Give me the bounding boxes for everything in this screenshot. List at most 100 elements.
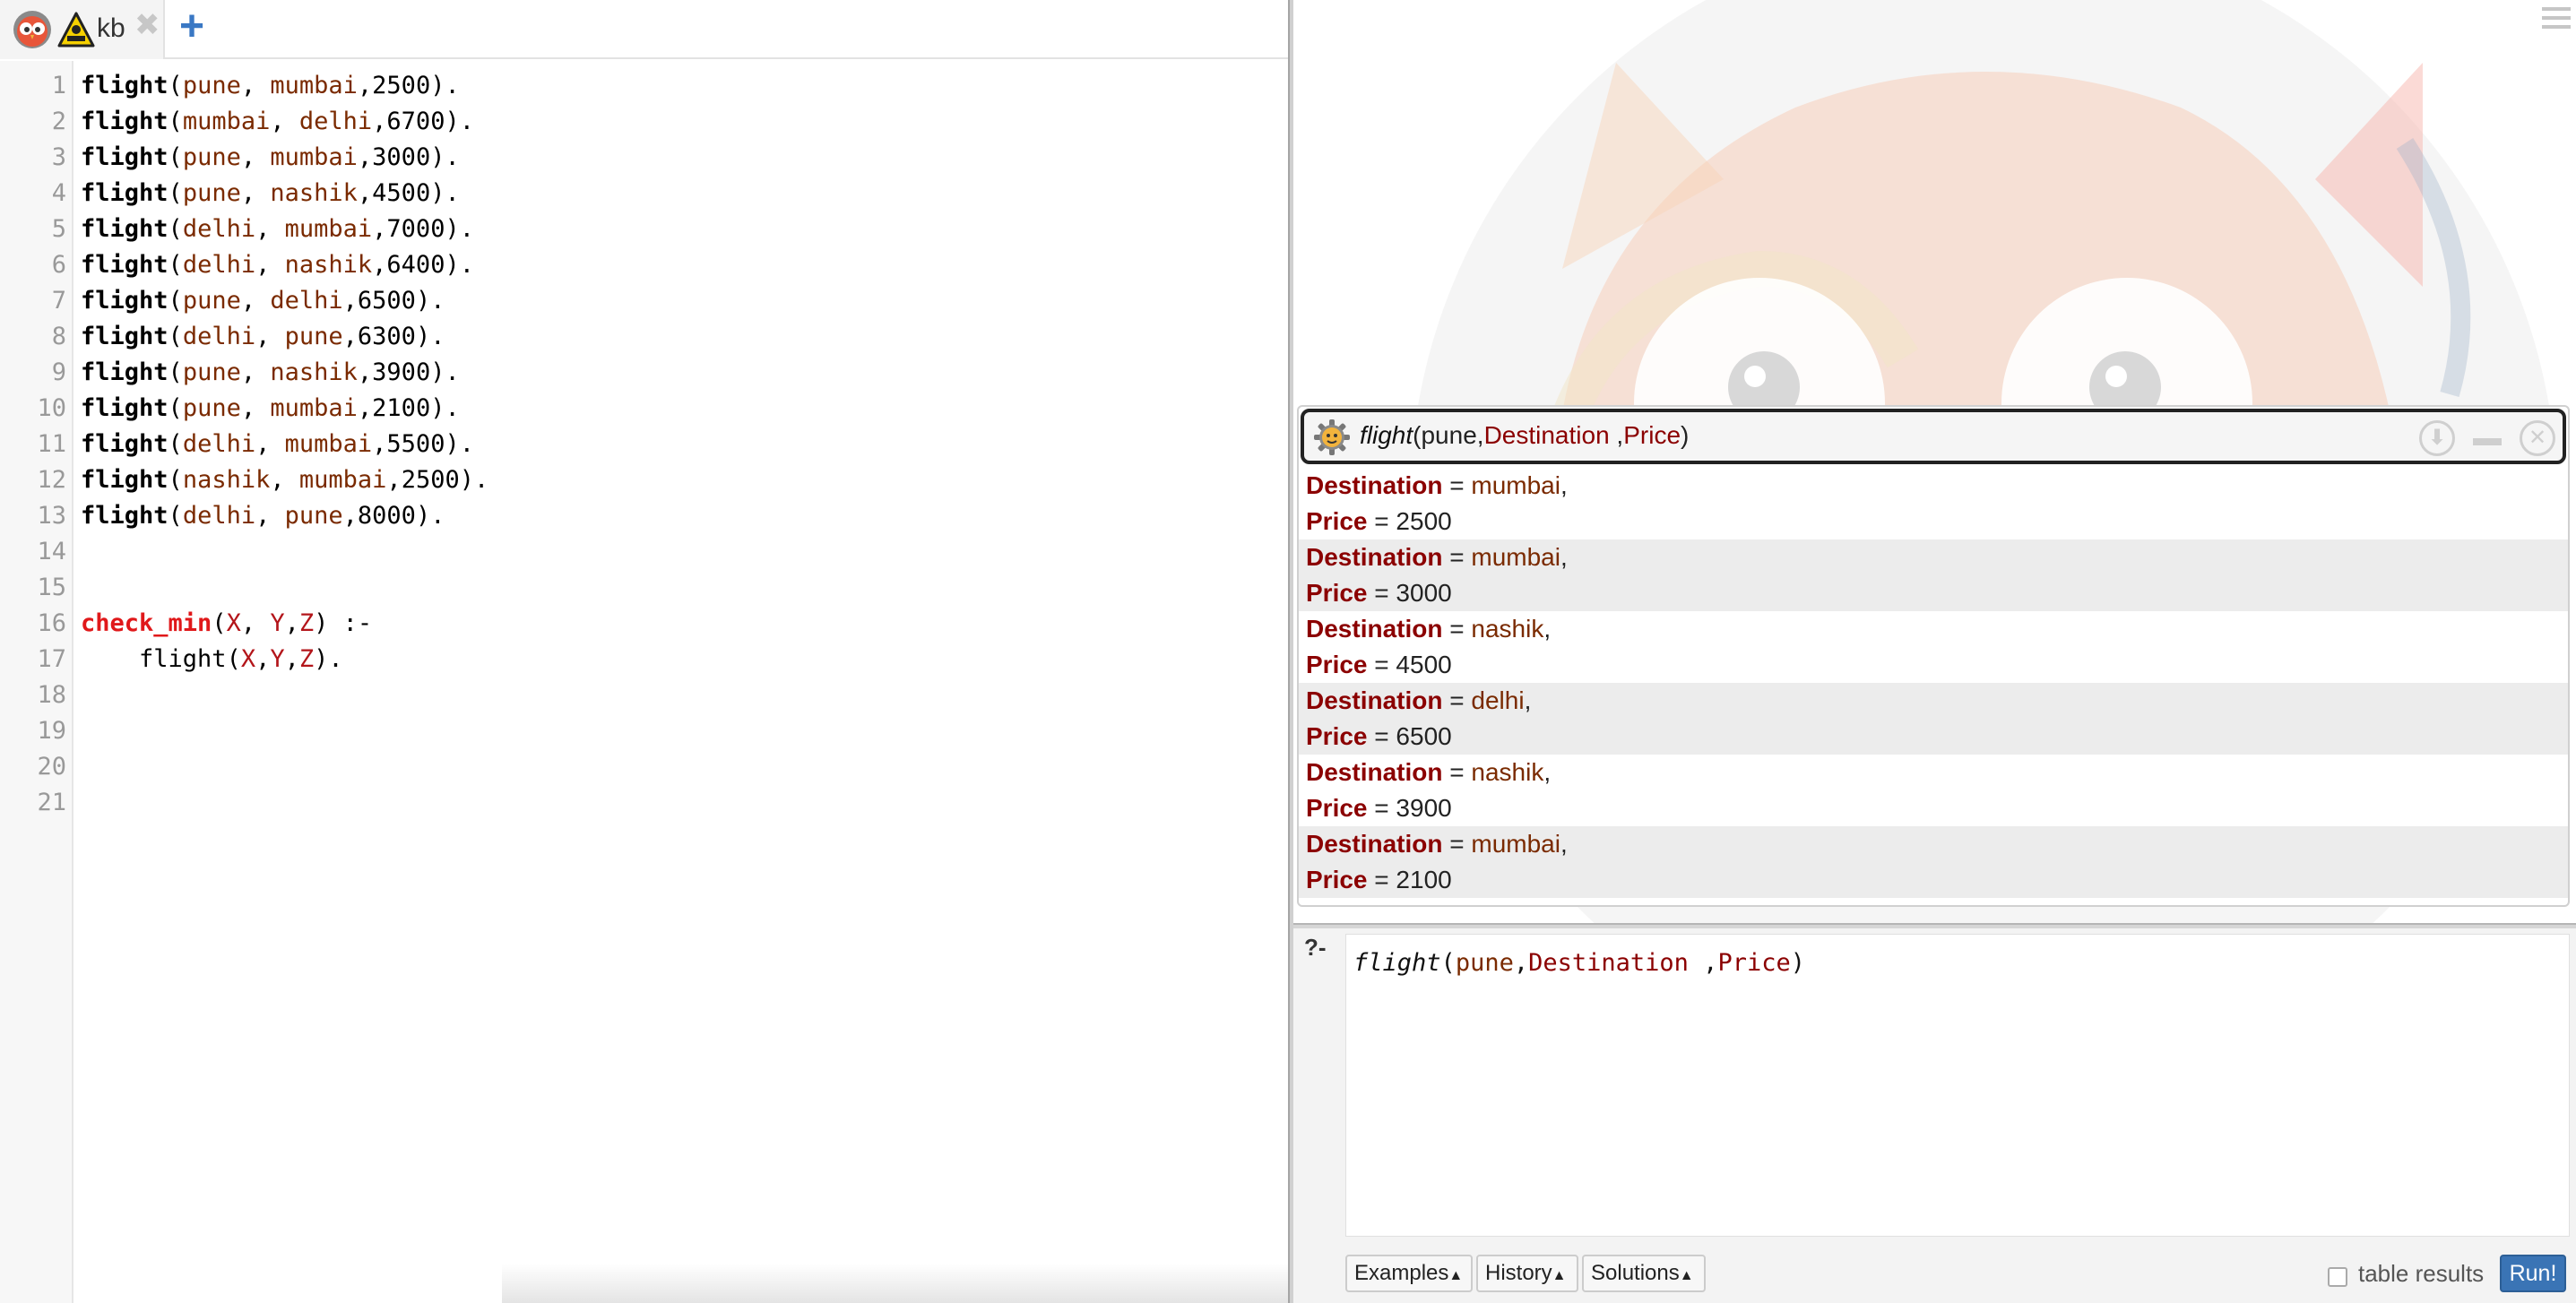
tab-label: kb bbox=[97, 13, 125, 43]
answer-line-destination: Destination = nashik, bbox=[1306, 758, 1552, 786]
answer-line-price: Price = 4500 bbox=[1306, 651, 1452, 678]
close-icon[interactable]: ✖ bbox=[134, 10, 160, 40]
rule-var: X bbox=[240, 645, 256, 673]
answer-destination-value: nashik bbox=[1471, 615, 1544, 643]
table-results-checkbox[interactable] bbox=[2328, 1267, 2347, 1287]
query-button-bar: Examples▲ History▲ Solutions▲ table resu… bbox=[1345, 1255, 2570, 1294]
minimize-icon[interactable] bbox=[2469, 420, 2505, 456]
code-line: flight(delhi, pune,8000). bbox=[81, 502, 445, 530]
answer-list: Destination = mumbai, Price = 2500 Destina… bbox=[1299, 468, 2568, 898]
code-line-rule-body: flight(X,Y,Z). bbox=[139, 645, 343, 673]
fact-predicate: flight bbox=[81, 358, 169, 386]
code-line: flight(mumbai, delhi,6700). bbox=[81, 108, 474, 135]
fact-arg-to: nashik bbox=[284, 251, 373, 279]
code-line: flight(pune, delhi,6500). bbox=[81, 287, 445, 315]
query-var-price: Price bbox=[1717, 949, 1791, 977]
answer-runner: flight(pune,Destination ,Price) ⬇ ✕ Dest… bbox=[1297, 405, 2570, 907]
answer-item: Destination = mumbai, Price = 2100 bbox=[1299, 826, 2568, 898]
answer-line-destination: Destination = mumbai, bbox=[1306, 830, 1568, 858]
answer-destination-value: mumbai bbox=[1471, 543, 1560, 571]
code-line: flight(delhi, mumbai,5500). bbox=[81, 430, 474, 458]
answer-destination-value: nashik bbox=[1471, 758, 1544, 786]
code-editor[interactable]: 1 2 3 4 5 6 7 8 9 10 11 12 13 14 15 16 17 18 19 20 21 flight… bbox=[0, 61, 1288, 1303]
line-number: 8 bbox=[51, 323, 66, 350]
caret-up-icon: ▲ bbox=[1448, 1268, 1464, 1283]
runner-controls: ⬇ ✕ bbox=[2419, 420, 2555, 456]
header-var-price: Price bbox=[1623, 421, 1681, 449]
line-number: 9 bbox=[51, 358, 66, 386]
line-number: 15 bbox=[37, 574, 66, 601]
var-name-destination: Destination bbox=[1306, 830, 1443, 858]
fact-price: 2100 bbox=[372, 394, 431, 422]
answer-item: Destination = nashik, Price = 3900 bbox=[1299, 755, 2568, 826]
code-line: flight(pune, mumbai,2500). bbox=[81, 72, 460, 99]
answer-line-price: Price = 2500 bbox=[1306, 507, 1452, 535]
history-button[interactable]: History▲ bbox=[1476, 1255, 1578, 1292]
fact-arg-from: delhi bbox=[182, 323, 256, 350]
line-number: 5 bbox=[51, 215, 66, 243]
line-number: 19 bbox=[37, 717, 66, 745]
history-label: History bbox=[1485, 1261, 1552, 1285]
rule-body-pred: flight bbox=[139, 645, 227, 673]
code-line: flight(delhi, mumbai,7000). bbox=[81, 215, 474, 243]
answer-item: Destination = mumbai, Price = 3000 bbox=[1299, 539, 2568, 611]
line-number: 14 bbox=[37, 538, 66, 565]
fact-arg-from: delhi bbox=[182, 251, 256, 279]
query-var-destination: Destination bbox=[1528, 949, 1689, 977]
fact-arg-to: mumbai bbox=[284, 215, 373, 243]
tab-kb[interactable]: kb ✖ bbox=[0, 0, 165, 59]
line-number: 10 bbox=[37, 394, 66, 422]
download-icon[interactable]: ⬇ bbox=[2419, 420, 2455, 456]
query-text[interactable]: flight(pune,Destination ,Price) bbox=[1353, 949, 1805, 977]
solutions-button[interactable]: Solutions▲ bbox=[1582, 1255, 1706, 1292]
line-number: 17 bbox=[37, 645, 66, 673]
fact-arg-from: delhi bbox=[182, 215, 256, 243]
fact-arg-to: mumbai bbox=[298, 466, 387, 494]
caret-up-icon: ▲ bbox=[1679, 1268, 1694, 1283]
query-prompt: ?- bbox=[1304, 934, 1327, 961]
fact-predicate: flight bbox=[81, 179, 169, 207]
answer-price-value: 2500 bbox=[1396, 507, 1452, 535]
program-editor-pane: kb ✖ + 1 2 3 4 5 6 7 8 9 10 11 12 13 14 15 16 17 18 19 20 21… bbox=[0, 0, 1291, 1303]
var-name-price: Price bbox=[1306, 866, 1368, 893]
fact-arg-from: pune bbox=[182, 143, 241, 171]
warning-icon bbox=[57, 12, 95, 47]
fact-price: 6700 bbox=[386, 108, 445, 135]
code-line: flight(pune, nashik,4500). bbox=[81, 179, 460, 207]
code-content[interactable]: flight(pune, mumbai,2500). flight(mumbai,… bbox=[81, 68, 488, 677]
fact-arg-to: pune bbox=[284, 502, 343, 530]
fact-predicate: flight bbox=[81, 323, 169, 350]
fact-arg-to: delhi bbox=[298, 108, 373, 135]
solutions-label: Solutions bbox=[1591, 1261, 1680, 1285]
run-button[interactable]: Run! bbox=[2500, 1255, 2566, 1292]
answer-destination-value: mumbai bbox=[1471, 471, 1560, 499]
new-tab-plus-icon[interactable]: + bbox=[179, 5, 204, 48]
fact-arg-to: nashik bbox=[270, 179, 358, 207]
fact-price: 7000 bbox=[386, 215, 445, 243]
fact-arg-to: mumbai bbox=[284, 430, 373, 458]
var-name-destination: Destination bbox=[1306, 758, 1443, 786]
header-arg1: pune bbox=[1421, 421, 1477, 449]
fact-price: 2500 bbox=[372, 72, 431, 99]
close-runner-icon[interactable]: ✕ bbox=[2520, 420, 2555, 456]
fact-arg-from: delhi bbox=[182, 430, 256, 458]
line-number: 2 bbox=[51, 108, 66, 135]
code-line: flight(delhi, nashik,6400). bbox=[81, 251, 474, 279]
query-editor[interactable]: flight(pune,Destination ,Price) bbox=[1345, 934, 2570, 1237]
code-line: flight(pune, nashik,3900). bbox=[81, 358, 460, 386]
fact-predicate: flight bbox=[81, 143, 169, 171]
menu-icon[interactable] bbox=[2542, 7, 2571, 34]
fact-arg-from: nashik bbox=[182, 466, 271, 494]
caret-up-icon: ▲ bbox=[1552, 1268, 1567, 1283]
fact-arg-from: pune bbox=[182, 394, 241, 422]
answer-item: Destination = delhi, Price = 6500 bbox=[1299, 683, 2568, 755]
query-arg1: pune bbox=[1455, 949, 1514, 977]
fact-price: 3900 bbox=[372, 358, 431, 386]
code-line: flight(pune, mumbai,2100). bbox=[81, 394, 460, 422]
examples-button[interactable]: Examples▲ bbox=[1345, 1255, 1473, 1292]
table-results-label: table results bbox=[2358, 1260, 2485, 1287]
tab-bar: kb ✖ + bbox=[0, 0, 1288, 59]
rule-neck: :- bbox=[342, 609, 373, 637]
header-var-destination: Destination bbox=[1483, 421, 1610, 449]
var-name-destination: Destination bbox=[1306, 471, 1443, 499]
